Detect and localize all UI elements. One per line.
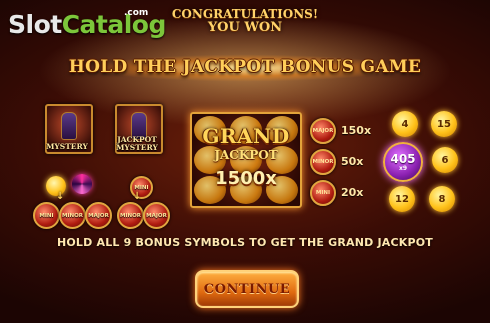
total-multiplier-value: 405 bbox=[390, 151, 416, 166]
jackpot-mystery-card-label: JACKPOT MYSTERY bbox=[116, 135, 158, 152]
mini-coin-label: MINI bbox=[315, 190, 331, 196]
major-coin: MAJOR bbox=[85, 202, 112, 229]
purple-swirl-icon bbox=[72, 174, 92, 194]
congrats-line: CONGRATULATIONS! bbox=[171, 7, 319, 21]
major-coin-label: MAJOR bbox=[146, 212, 167, 219]
minor-coin: MINOR bbox=[59, 202, 86, 229]
multiplier-value: 4 bbox=[401, 118, 409, 130]
arrow-down-icon: ↓ bbox=[56, 191, 65, 202]
multiplier-coin: 6 bbox=[432, 147, 458, 173]
multiplier-value: 8 bbox=[438, 193, 446, 205]
pot-icon bbox=[61, 112, 77, 140]
logo-suffix: .com bbox=[124, 8, 149, 18]
mystery-card-label: MYSTERY bbox=[46, 142, 88, 151]
grand-subtitle: JACKPOT bbox=[214, 148, 278, 162]
instruction-text: HOLD ALL 9 BONUS SYMBOLS TO GET THE GRAN… bbox=[56, 236, 434, 249]
arrow-down-icon: ↓ bbox=[133, 191, 142, 202]
major-coin-label: MAJOR bbox=[88, 212, 109, 219]
multiplier-coin: 12 bbox=[389, 186, 415, 212]
mini-coin-label: MINI bbox=[134, 184, 149, 191]
multiplier-value: 15 bbox=[437, 118, 451, 130]
continue-button-label: CONTINUE bbox=[203, 281, 291, 297]
minor-payout: 50x bbox=[341, 155, 364, 168]
mini-coin-label: MINI bbox=[39, 212, 54, 219]
grand-multiplier: 1500x bbox=[215, 168, 277, 189]
minor-coin-label: MINOR bbox=[119, 212, 142, 219]
mini-payout: 20x bbox=[341, 186, 364, 199]
total-multiplier-coin: 405 x9 bbox=[383, 142, 423, 182]
grand-title: GRAND bbox=[202, 124, 290, 148]
major-coin: MAJOR bbox=[310, 118, 336, 144]
you-won-line: YOU WON bbox=[207, 20, 283, 35]
mini-coin: MINI bbox=[33, 202, 60, 229]
major-payout: 150x bbox=[341, 124, 372, 137]
logo-text-slot: Slot bbox=[8, 10, 62, 39]
multiplier-factor: x9 bbox=[398, 164, 408, 172]
game-title: HOLD THE JACKPOT BONUS GAME bbox=[68, 57, 422, 77]
multiplier-coin: 15 bbox=[431, 111, 457, 137]
major-coin: MAJOR bbox=[143, 202, 170, 229]
minor-coin-label: MINOR bbox=[312, 159, 334, 165]
minor-coin-label: MINOR bbox=[61, 212, 84, 219]
multiplier-value: 12 bbox=[395, 193, 409, 205]
multiplier-coin: 4 bbox=[392, 111, 418, 137]
logo-text-catalog: Catalog bbox=[61, 10, 167, 39]
minor-coin: MINOR bbox=[117, 202, 144, 229]
multiplier-coin: 8 bbox=[429, 186, 455, 212]
continue-button[interactable]: CONTINUE bbox=[195, 270, 299, 308]
minor-coin: MINOR bbox=[310, 149, 336, 175]
multiplier-value: 6 bbox=[441, 154, 449, 166]
mini-coin: MINI bbox=[310, 180, 336, 206]
major-coin-label: MAJOR bbox=[312, 128, 334, 134]
congrats-banner: CONGRATULATIONS! YOU WON bbox=[170, 7, 320, 35]
